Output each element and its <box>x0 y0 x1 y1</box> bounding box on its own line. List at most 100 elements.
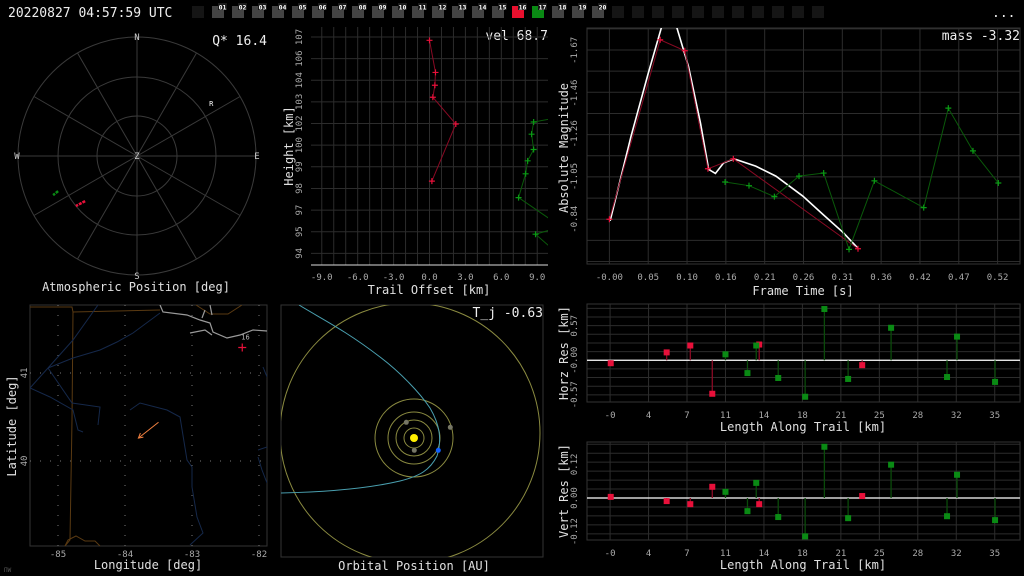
horz-res-ylabel: Horz Res [km] <box>557 306 571 400</box>
data-point-16 <box>432 69 439 76</box>
station-label: 01 <box>219 4 227 12</box>
header-bar: 20220827 04:57:59 UTC 01 02 03 04 05 06 07 08 09… <box>8 3 1015 21</box>
x-tick-label: 0.26 <box>793 273 815 283</box>
y-tick-label: 104 <box>295 72 305 88</box>
more-menu-button[interactable]: ... <box>992 6 1015 21</box>
y-tick-label: 99 <box>295 161 305 172</box>
y-tick-label: -0.12 <box>570 518 580 545</box>
y-tick-label: 103 <box>295 94 305 110</box>
station-button-11[interactable]: 11 <box>412 3 427 18</box>
residual-point-16 <box>756 501 763 508</box>
zenith-label: Z <box>134 152 140 162</box>
y-tick-label: -1.46 <box>570 80 580 107</box>
orbital-position-panel: T_j -0.63 Orbital Position [AU] <box>280 304 544 573</box>
residual-point-17 <box>954 471 961 478</box>
station-button-07[interactable]: 07 <box>332 3 347 18</box>
residual-point-17 <box>802 533 809 540</box>
data-point-17 <box>530 119 537 126</box>
y-tick-label: 95 <box>295 226 305 237</box>
polar-track-17 <box>52 190 59 197</box>
residual-point-17 <box>944 374 951 381</box>
data-point-17 <box>515 194 522 201</box>
x-tick-label: 11 <box>720 411 731 421</box>
residual-point-17 <box>775 374 782 381</box>
station-button-08[interactable]: 08 <box>352 3 367 18</box>
station-button-01[interactable]: 01 <box>212 3 227 18</box>
station-button-13[interactable]: 13 <box>452 3 467 18</box>
atmospheric-position-panel: Q* 16.4 N S W E Z R Atmospheric Position… <box>14 33 267 294</box>
residual-point-17 <box>753 479 760 486</box>
empty-slot <box>732 6 744 18</box>
residual-point-16 <box>859 362 866 369</box>
map-graticule <box>30 305 267 546</box>
corner-mark: ПW <box>4 567 12 574</box>
station-button-04[interactable]: 04 <box>272 3 287 18</box>
station-button-19[interactable]: 19 <box>572 3 587 18</box>
polar-spoke <box>33 155 138 216</box>
station-button-09[interactable]: 09 <box>372 3 387 18</box>
empty-slot <box>192 6 204 18</box>
ground-map-panel: Longitude [deg] Latitude [deg] ПW -85 -84… <box>4 304 268 574</box>
map-geography <box>30 305 267 546</box>
station-button-02[interactable]: 02 <box>232 3 247 18</box>
data-point-17 <box>945 105 952 112</box>
station-selector: 01 02 03 04 05 06 07 08 09 10 11 12 13 14 15 16 17 18 19 20 <box>192 3 824 18</box>
residual-point-17 <box>775 514 782 521</box>
y-tick-label: 94 <box>295 248 305 259</box>
y-tick-label: -1.05 <box>570 163 580 190</box>
plot-marks <box>426 37 564 260</box>
data-point-17 <box>558 254 564 260</box>
residual-point-16 <box>687 342 694 349</box>
height-plot: vel 68.7 Trail Offset [km] Height [km] -… <box>282 27 564 297</box>
radiant-marker: R <box>209 100 214 108</box>
polar-spoke <box>33 96 138 157</box>
y-tick-label: 107 <box>295 29 305 45</box>
station-label: 08 <box>359 4 367 12</box>
x-tick-label: 18 <box>797 549 808 559</box>
station-label: 13 <box>459 4 467 12</box>
station-button-15[interactable]: 15 <box>492 3 507 18</box>
x-tick-label: 0.47 <box>948 273 970 283</box>
x-tick-label: -0 <box>605 411 616 421</box>
residual-point-16 <box>607 360 614 367</box>
x-tick-label: 4 <box>646 549 651 559</box>
y-tick-label: 40 <box>20 456 30 467</box>
empty-slot <box>652 6 664 18</box>
x-tick-label: 7 <box>684 411 689 421</box>
station-label: 09 <box>379 4 387 12</box>
residual-point-17 <box>888 461 895 468</box>
station-button-10[interactable]: 10 <box>392 3 407 18</box>
station-button-12[interactable]: 12 <box>432 3 447 18</box>
y-tick-label: 102 <box>295 115 305 131</box>
polar-spoke <box>136 96 241 157</box>
station-button-05[interactable]: 05 <box>292 3 307 18</box>
station-button-03[interactable]: 03 <box>252 3 267 18</box>
residual-point-17 <box>821 306 828 313</box>
y-tick-label: 41 <box>20 368 30 379</box>
empty-slot <box>712 6 724 18</box>
station-button-14[interactable]: 14 <box>472 3 487 18</box>
data-point-16 <box>426 37 433 44</box>
data-point-17 <box>846 246 853 253</box>
y-tick-label: -0.57 <box>570 381 580 408</box>
station-button-16[interactable]: 16 <box>512 3 527 18</box>
station-button-17[interactable]: 17 <box>532 3 547 18</box>
x-tick-label: 7 <box>684 549 689 559</box>
y-tick-label: 0.00 <box>570 487 580 509</box>
meteor-dashboard: 20220827 04:57:59 UTC 01 02 03 04 05 06 07 08 09… <box>4 3 1021 574</box>
station-button-06[interactable]: 06 <box>312 3 327 18</box>
y-tick-label: -0.00 <box>570 347 580 374</box>
data-point-17 <box>528 131 535 138</box>
map-frame <box>29 304 268 547</box>
data-point-17 <box>522 170 529 177</box>
station-label: 19 <box>579 4 587 12</box>
station-label: 10 <box>399 4 407 12</box>
magnitude-plot: mass -3.32 Frame Time [s] Absolute Magni… <box>557 27 1021 298</box>
station-button-20[interactable]: 20 <box>592 3 607 18</box>
station-button-18[interactable]: 18 <box>552 3 567 18</box>
residual-point-17 <box>722 351 729 358</box>
residual-point-17 <box>744 370 751 377</box>
east-label: E <box>254 152 259 162</box>
x-tick-label: 18 <box>797 411 808 421</box>
empty-slot <box>752 6 764 18</box>
